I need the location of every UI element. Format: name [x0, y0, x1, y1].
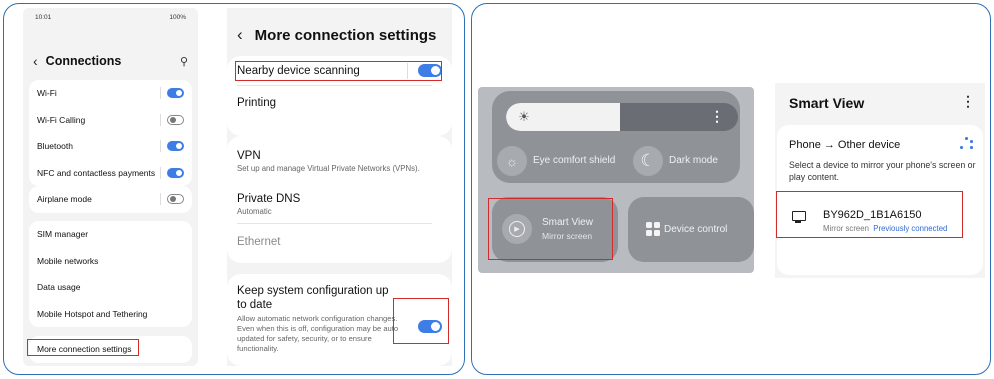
- setting-label: Data usage: [37, 282, 81, 293]
- brightness-card: ☀ ⋮: [492, 91, 740, 183]
- page-title: More connection settings: [254, 26, 437, 44]
- setting-label: Ethernet: [237, 236, 281, 248]
- setting-description: Set up and manage Virtual Private Networ…: [237, 164, 420, 173]
- setting-label: SIM manager: [37, 229, 89, 240]
- wifi-toggle[interactable]: [167, 88, 184, 99]
- eye-comfort-label: Eye comfort shield: [533, 155, 616, 166]
- divider: [160, 87, 161, 100]
- setting-mobile-networks[interactable]: Mobile networks: [29, 248, 192, 275]
- connections-header: ‹ Connections ⚲: [23, 46, 198, 76]
- smart-view-dialog: Smart View ⋮ Phone → Other device Select…: [775, 83, 985, 278]
- dark-mode-label: Dark mode: [669, 155, 718, 166]
- setting-label: Wi-Fi: [37, 88, 57, 99]
- searching-spinner-icon: [959, 137, 973, 151]
- highlight-more-connection-settings: [27, 339, 139, 356]
- setting-description: Automatic: [237, 206, 272, 216]
- search-icon[interactable]: ⚲: [180, 55, 188, 68]
- setting-label: Keep system configuration up to date: [237, 285, 389, 311]
- more-options-icon[interactable]: ⋮: [710, 108, 724, 125]
- highlight-device-item: [776, 191, 963, 238]
- device-control-icon: [646, 222, 660, 236]
- settings-group-network: VPN Set up and manage Virtual Private Ne…: [227, 136, 452, 263]
- bluetooth-toggle[interactable]: [167, 141, 184, 152]
- setting-label: Mobile Hotspot and Tethering: [37, 308, 148, 319]
- highlight-smart-view-tile: [488, 198, 613, 260]
- setting-label: Printing: [237, 97, 276, 109]
- dialog-title: Smart View: [789, 95, 865, 111]
- wifi-calling-toggle[interactable]: [167, 114, 184, 125]
- device-control-label: Device control: [664, 224, 728, 235]
- device-control-tile[interactable]: Device control: [628, 197, 754, 262]
- divider: [160, 166, 161, 179]
- setting-wifi[interactable]: Wi-Fi: [29, 80, 192, 107]
- connections-group-2: Airplane mode: [29, 186, 192, 213]
- setting-label: NFC and contactless payments: [37, 167, 156, 178]
- connections-group-3: SIM manager Mobile networks Data usage M…: [29, 221, 192, 327]
- more-settings-header: ‹ More connection settings: [227, 20, 452, 50]
- setting-vpn[interactable]: VPN Set up and manage Virtual Private Ne…: [237, 138, 442, 185]
- setting-label: Bluetooth: [37, 141, 73, 152]
- setting-description: Allow automatic network configuration ch…: [237, 314, 399, 353]
- setting-printing[interactable]: Printing: [237, 86, 442, 120]
- setting-data-usage[interactable]: Data usage: [29, 274, 192, 301]
- page-title: Connections: [45, 54, 122, 68]
- status-bar: 10:01 100%: [23, 8, 198, 26]
- highlight-nearby-device-scanning: [235, 61, 442, 81]
- setting-label: Wi-Fi Calling: [37, 114, 86, 125]
- highlight-keep-config-toggle: [393, 298, 449, 344]
- eye-comfort-icon[interactable]: ☼: [497, 146, 527, 176]
- status-time: 10:01: [35, 13, 52, 21]
- mirror-mode-label: Phone → Other device: [789, 139, 901, 151]
- brightness-slider[interactable]: ☀ ⋮: [506, 103, 738, 131]
- setting-bluetooth[interactable]: Bluetooth: [29, 133, 192, 160]
- setting-label: Mobile networks: [37, 255, 99, 266]
- nfc-toggle[interactable]: [167, 167, 184, 178]
- divider: [160, 193, 161, 206]
- airplane-mode-toggle[interactable]: [167, 194, 184, 205]
- setting-wifi-calling[interactable]: Wi-Fi Calling: [29, 107, 192, 134]
- setting-private-dns[interactable]: Private DNS Automatic: [237, 185, 442, 223]
- setting-airplane-mode[interactable]: Airplane mode: [29, 186, 192, 213]
- connections-screen: 10:01 100% ‹ Connections ⚲ Wi-Fi Wi-Fi C…: [23, 8, 198, 366]
- keep-text: Keep system configuration up to date All…: [237, 284, 400, 354]
- figure-root: 10:01 100% ‹ Connections ⚲ Wi-Fi Wi-Fi C…: [0, 0, 994, 379]
- more-options-icon[interactable]: ⋮: [961, 93, 975, 110]
- divider: [160, 140, 161, 153]
- divider: [160, 113, 161, 126]
- dark-mode-icon[interactable]: ☾: [633, 146, 663, 176]
- status-battery: 100%: [169, 13, 186, 21]
- setting-label: Airplane mode: [37, 194, 92, 205]
- setting-sim-manager[interactable]: SIM manager: [29, 221, 192, 248]
- setting-nfc[interactable]: NFC and contactless payments: [29, 160, 192, 187]
- setting-hotspot-tethering[interactable]: Mobile Hotspot and Tethering: [29, 301, 192, 328]
- connections-group-1: Wi-Fi Wi-Fi Calling Bluetooth NFC and co…: [29, 80, 192, 186]
- setting-label: VPN: [237, 150, 261, 162]
- back-icon[interactable]: ‹: [33, 53, 38, 69]
- setting-ethernet: Ethernet: [237, 224, 442, 260]
- setting-label: Private DNS: [237, 192, 301, 205]
- sun-icon: ☀: [518, 109, 530, 124]
- dialog-description: Select a device to mirror your phone's s…: [789, 160, 976, 182]
- back-icon[interactable]: ‹: [237, 25, 243, 45]
